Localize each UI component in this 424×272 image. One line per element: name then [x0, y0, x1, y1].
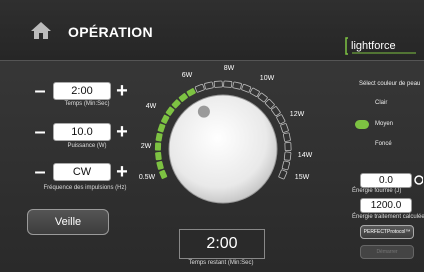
lightforce-logo: lightforce [345, 37, 416, 55]
dial-tick [194, 83, 205, 93]
energy-delivered-value: 0.0 [360, 173, 412, 188]
skin-option-fonce[interactable] [355, 140, 369, 149]
dial-tick [155, 151, 162, 161]
dial-tick [264, 98, 275, 109]
dial-label: 8W [224, 65, 235, 72]
pulse-value[interactable]: CW [53, 163, 111, 181]
energy-total-caption: Énergie traitement calculée (J) [352, 214, 424, 220]
dial-tick [165, 106, 175, 116]
pulse-decrease-button[interactable]: – [31, 162, 49, 182]
time-decrease-button[interactable]: – [31, 81, 49, 101]
dial-indicator [197, 105, 210, 118]
dial-label: 14W [298, 152, 313, 159]
power-decrease-button[interactable]: – [31, 122, 49, 142]
dial-label: 6W [182, 72, 193, 79]
dial-label: 15W [295, 174, 310, 181]
dial-tick [280, 123, 289, 133]
dial-tick [156, 160, 164, 170]
dial-tick [178, 93, 188, 102]
dial-tick [186, 88, 196, 97]
header: OPÉRATION lightforce [0, 0, 424, 61]
dial-tick [276, 114, 286, 125]
logo-text: lightforce [351, 40, 396, 52]
energy-delivered-caption: Énergie fournie (J) [352, 188, 402, 194]
dial-tick [241, 83, 252, 93]
dial-tick [278, 169, 288, 180]
energy-total-value: 1200.0 [360, 198, 412, 213]
remaining-time-caption: Temps restant (Min:Sec) [188, 260, 254, 266]
dial-tick [284, 142, 292, 152]
skin-color-title: Sélect couleur de peau [359, 81, 421, 87]
dial-tick [155, 132, 163, 142]
dial-tick [161, 114, 170, 124]
dial-tick [157, 123, 166, 133]
dial-tick [223, 80, 233, 88]
dial-tick [281, 160, 290, 171]
disabled-action-button[interactable]: Démarrer [360, 245, 414, 259]
dial-knob[interactable] [168, 94, 278, 204]
dial-tick [213, 80, 223, 88]
skin-label-fonce: Foncé [375, 141, 392, 147]
standby-button[interactable]: Veille [27, 209, 109, 235]
perfect-protocol-button[interactable]: PERFECTProtocol™ [360, 225, 414, 239]
page-title: OPÉRATION [68, 24, 153, 40]
home-icon[interactable] [30, 20, 52, 40]
dial-tick [283, 151, 292, 161]
dial-label: 2W [141, 143, 152, 150]
time-value[interactable]: 2:00 [53, 82, 111, 100]
dial-label: 12W [290, 111, 305, 118]
remaining-time-display: 2:00 [179, 229, 265, 259]
dial-tick [232, 81, 242, 90]
skin-label-moyen: Moyen [375, 121, 394, 127]
power-dial[interactable]: 0.5W 2W 4W 6W 8W 10W 12W 14W 15W [123, 53, 323, 223]
skin-label-clair: Clair [375, 100, 388, 106]
dial-tick [271, 106, 281, 117]
dial-tick [154, 142, 162, 151]
dial-tick [204, 81, 214, 90]
power-value[interactable]: 10.0 [53, 123, 111, 141]
dial-label: 0.5W [139, 174, 156, 181]
dial-tick [249, 87, 260, 97]
skin-option-moyen[interactable] [355, 120, 369, 129]
dial-tick [159, 169, 168, 179]
skin-option-clair[interactable] [355, 99, 369, 108]
dial-tick [171, 99, 181, 109]
dial-tick [282, 132, 291, 142]
dial-tick [257, 92, 268, 103]
operation-screen: OPÉRATION lightforce – 2:00 + Temps (Min… [0, 0, 424, 272]
dial-label: 4W [146, 103, 157, 110]
dial-label: 10W [260, 75, 275, 82]
reset-energy-icon[interactable] [413, 174, 423, 186]
